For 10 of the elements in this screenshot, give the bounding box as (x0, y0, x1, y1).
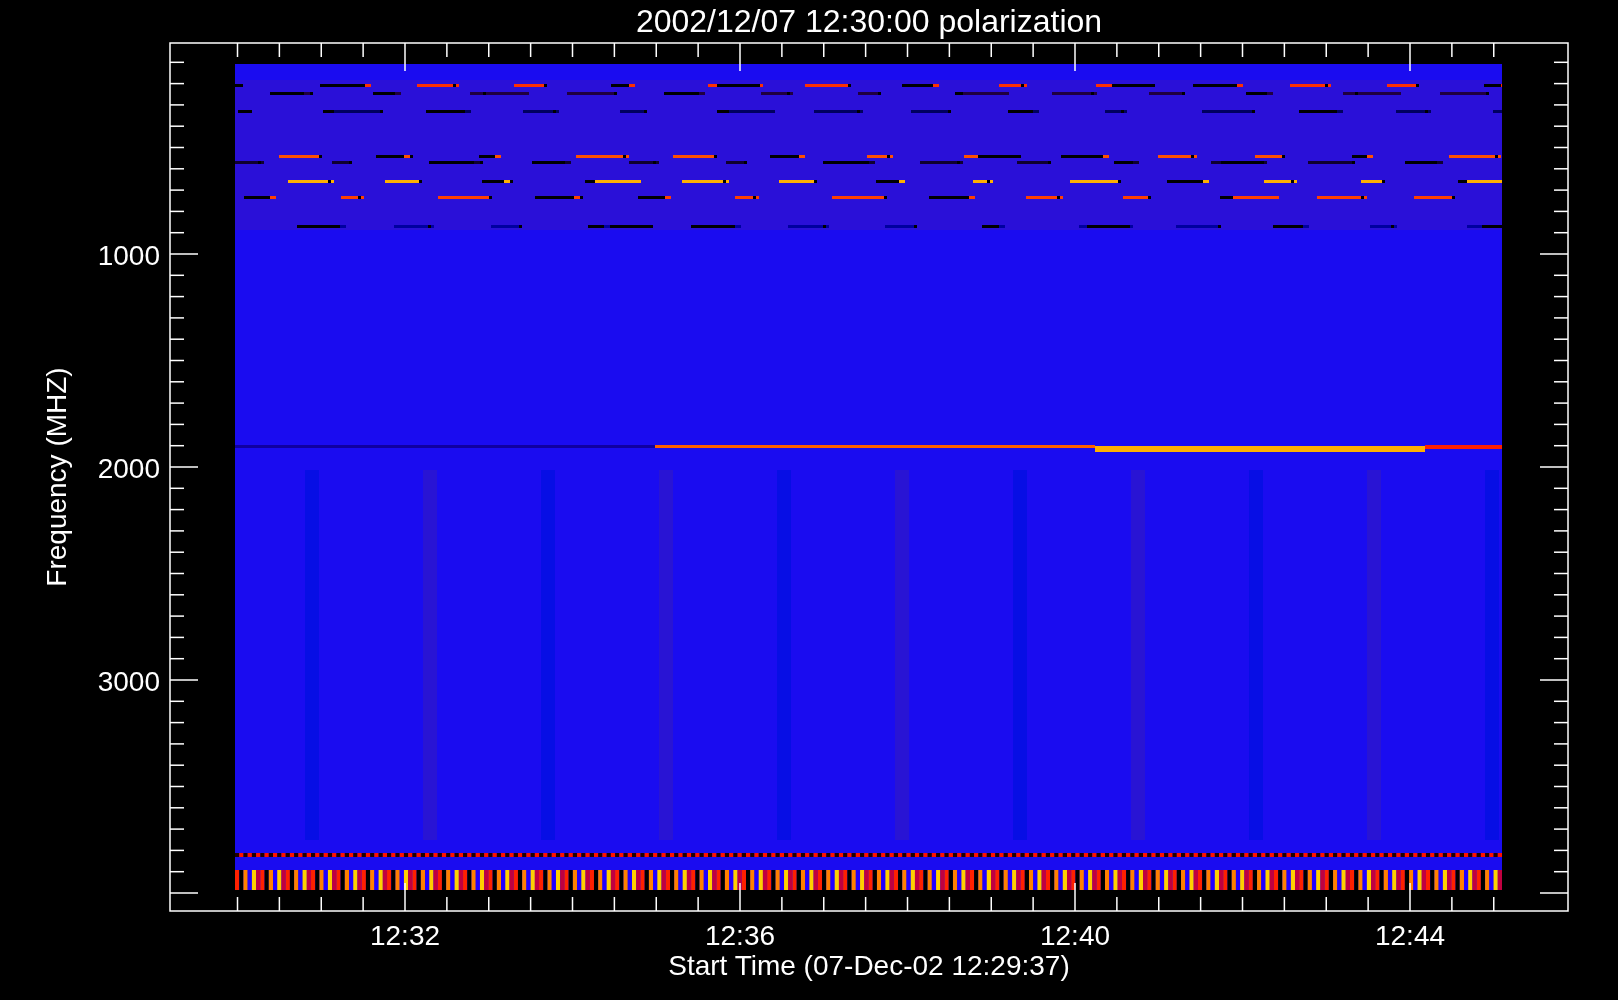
x-tick-label: 12:44 (1374, 920, 1446, 951)
y-tick-label: 1000 (97, 240, 160, 271)
x-tick-label: 12:36 (704, 920, 776, 951)
x-tick-label: 12:40 (1039, 920, 1111, 951)
plot-title: 2002/12/07 12:30:00 polarization (635, 3, 1103, 39)
y-axis-label: Frequency (MHZ) (41, 367, 72, 587)
x-tick-label: 12:32 (369, 920, 441, 951)
x-axis-label: Start Time (07-Dec-02 12:29:37) (668, 950, 1070, 981)
y-tick-label: 3000 (97, 666, 160, 697)
y-tick-label: 2000 (97, 453, 160, 484)
